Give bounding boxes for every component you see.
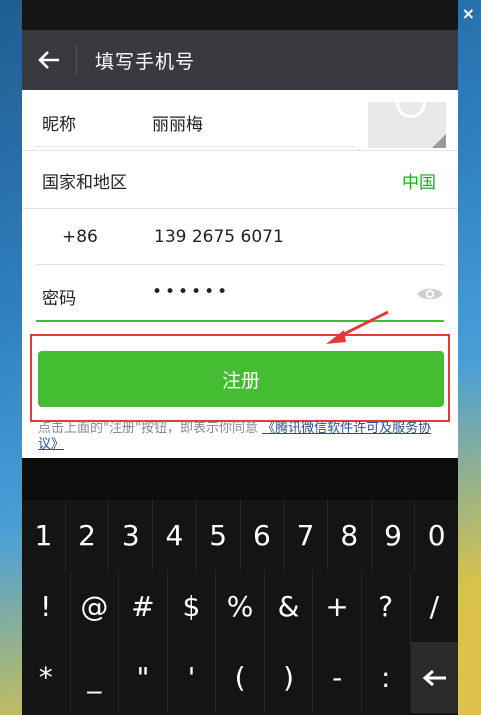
register-button[interactable]: 注册 <box>38 351 444 407</box>
status-bar <box>22 0 458 30</box>
key[interactable]: ( <box>216 642 265 713</box>
keyboard-row-symbols-1: ! @ # $ % & + ? / <box>22 571 458 642</box>
phone-underline <box>122 264 444 265</box>
phone-screen: 填写手机号 昵称 丽丽梅 国家和地区 中国 +86 139 2675 6071 … <box>22 0 458 715</box>
key[interactable]: ' <box>168 642 217 713</box>
key[interactable]: 8 <box>328 500 372 571</box>
password-label: 密码 <box>42 289 76 309</box>
backspace-key[interactable] <box>410 642 458 713</box>
key[interactable]: % <box>216 571 265 642</box>
nickname-input[interactable]: 丽丽梅 <box>152 110 203 135</box>
camera-icon <box>396 102 426 118</box>
key[interactable]: $ <box>168 571 217 642</box>
key[interactable]: 4 <box>153 500 197 571</box>
key[interactable]: : <box>362 642 411 713</box>
avatar-upload[interactable] <box>368 102 446 148</box>
keyboard-row-symbols-2: * _ " ' ( ) - : <box>22 642 458 713</box>
row-divider <box>22 150 458 151</box>
password-input[interactable]: •••••• <box>152 282 230 302</box>
corner-icon <box>432 134 446 148</box>
back-arrow-icon[interactable] <box>22 51 76 69</box>
key[interactable]: - <box>313 642 362 713</box>
register-form: 昵称 丽丽梅 国家和地区 中国 +86 139 2675 6071 密码 •••… <box>22 90 458 458</box>
code-underline <box>36 264 122 265</box>
key[interactable]: 2 <box>66 500 110 571</box>
row-divider <box>22 208 458 209</box>
agreement-text: 点击上面的"注册"按钮，即表示你同意 《腾讯微信软件许可及服务协议》 <box>38 421 448 453</box>
agreement-prefix: 点击上面的"注册"按钮，即表示你同意 <box>38 421 258 436</box>
key[interactable]: 6 <box>241 500 285 571</box>
key[interactable]: + <box>313 571 362 642</box>
key[interactable]: ! <box>22 571 71 642</box>
key[interactable]: ) <box>265 642 314 713</box>
key[interactable]: 1 <box>22 500 66 571</box>
header-divider <box>76 45 77 75</box>
nickname-underline <box>34 146 354 147</box>
keyboard-row-numbers: 1 2 3 4 5 6 7 8 9 0 <box>22 500 458 571</box>
country-code[interactable]: +86 <box>62 227 98 247</box>
key[interactable]: ? <box>362 571 411 642</box>
key[interactable]: @ <box>71 571 120 642</box>
backspace-icon <box>423 669 447 686</box>
phone-input[interactable]: 139 2675 6071 <box>154 227 284 247</box>
soft-keyboard: 1 2 3 4 5 6 7 8 9 0 ! @ # $ % & + ? / * … <box>22 500 458 715</box>
key[interactable]: 7 <box>284 500 328 571</box>
keyboard-gap <box>22 458 458 500</box>
key[interactable]: " <box>119 642 168 713</box>
key[interactable]: 5 <box>197 500 241 571</box>
key[interactable]: 0 <box>415 500 458 571</box>
app-header: 填写手机号 <box>22 30 458 90</box>
key[interactable]: * <box>22 642 71 713</box>
key[interactable]: _ <box>71 642 120 713</box>
key[interactable]: & <box>265 571 314 642</box>
eye-icon[interactable] <box>416 286 444 306</box>
nickname-label: 昵称 <box>42 115 76 135</box>
page-title: 填写手机号 <box>95 50 196 73</box>
country-label: 国家和地区 <box>42 173 127 193</box>
country-select[interactable]: 中国 <box>402 168 436 193</box>
key[interactable]: 3 <box>109 500 154 571</box>
key[interactable]: # <box>119 571 168 642</box>
key[interactable]: / <box>411 571 459 642</box>
close-icon[interactable]: × <box>462 4 475 23</box>
key[interactable]: 9 <box>372 500 416 571</box>
